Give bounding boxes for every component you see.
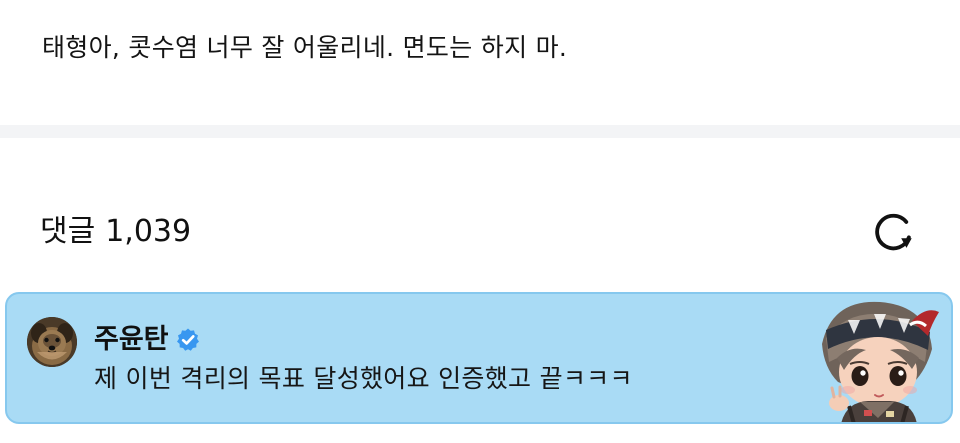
character-sticker-icon xyxy=(822,301,939,422)
author-row: 주윤탄 xyxy=(94,322,201,358)
avatar[interactable] xyxy=(27,317,77,367)
refresh-icon xyxy=(875,213,912,251)
refresh-button[interactable] xyxy=(866,208,922,258)
character-sticker xyxy=(802,294,951,422)
comments-count: 1,039 xyxy=(105,214,192,249)
author-name[interactable]: 주윤탄 xyxy=(94,322,169,358)
highlighted-comment-card[interactable]: 주윤탄 제 이번 격리의 목표 달성했어요 인증했고 끝ㅋㅋㅋ xyxy=(5,292,953,424)
section-divider xyxy=(0,125,960,138)
verified-badge-icon xyxy=(176,328,199,351)
comments-title: 댓글 1,039 xyxy=(40,212,191,252)
post-text: 태형아, 콧수염 너무 잘 어울리네. 면도는 하지 마. xyxy=(42,33,568,62)
post-body: 태형아, 콧수염 너무 잘 어울리네. 면도는 하지 마. xyxy=(0,0,960,125)
comments-label: 댓글 xyxy=(40,214,96,249)
comment-text: 제 이번 격리의 목표 달성했어요 인증했고 끝ㅋㅋㅋ xyxy=(94,364,633,393)
comments-header: 댓글 1,039 xyxy=(0,138,960,288)
dog-avatar-icon xyxy=(27,317,77,367)
